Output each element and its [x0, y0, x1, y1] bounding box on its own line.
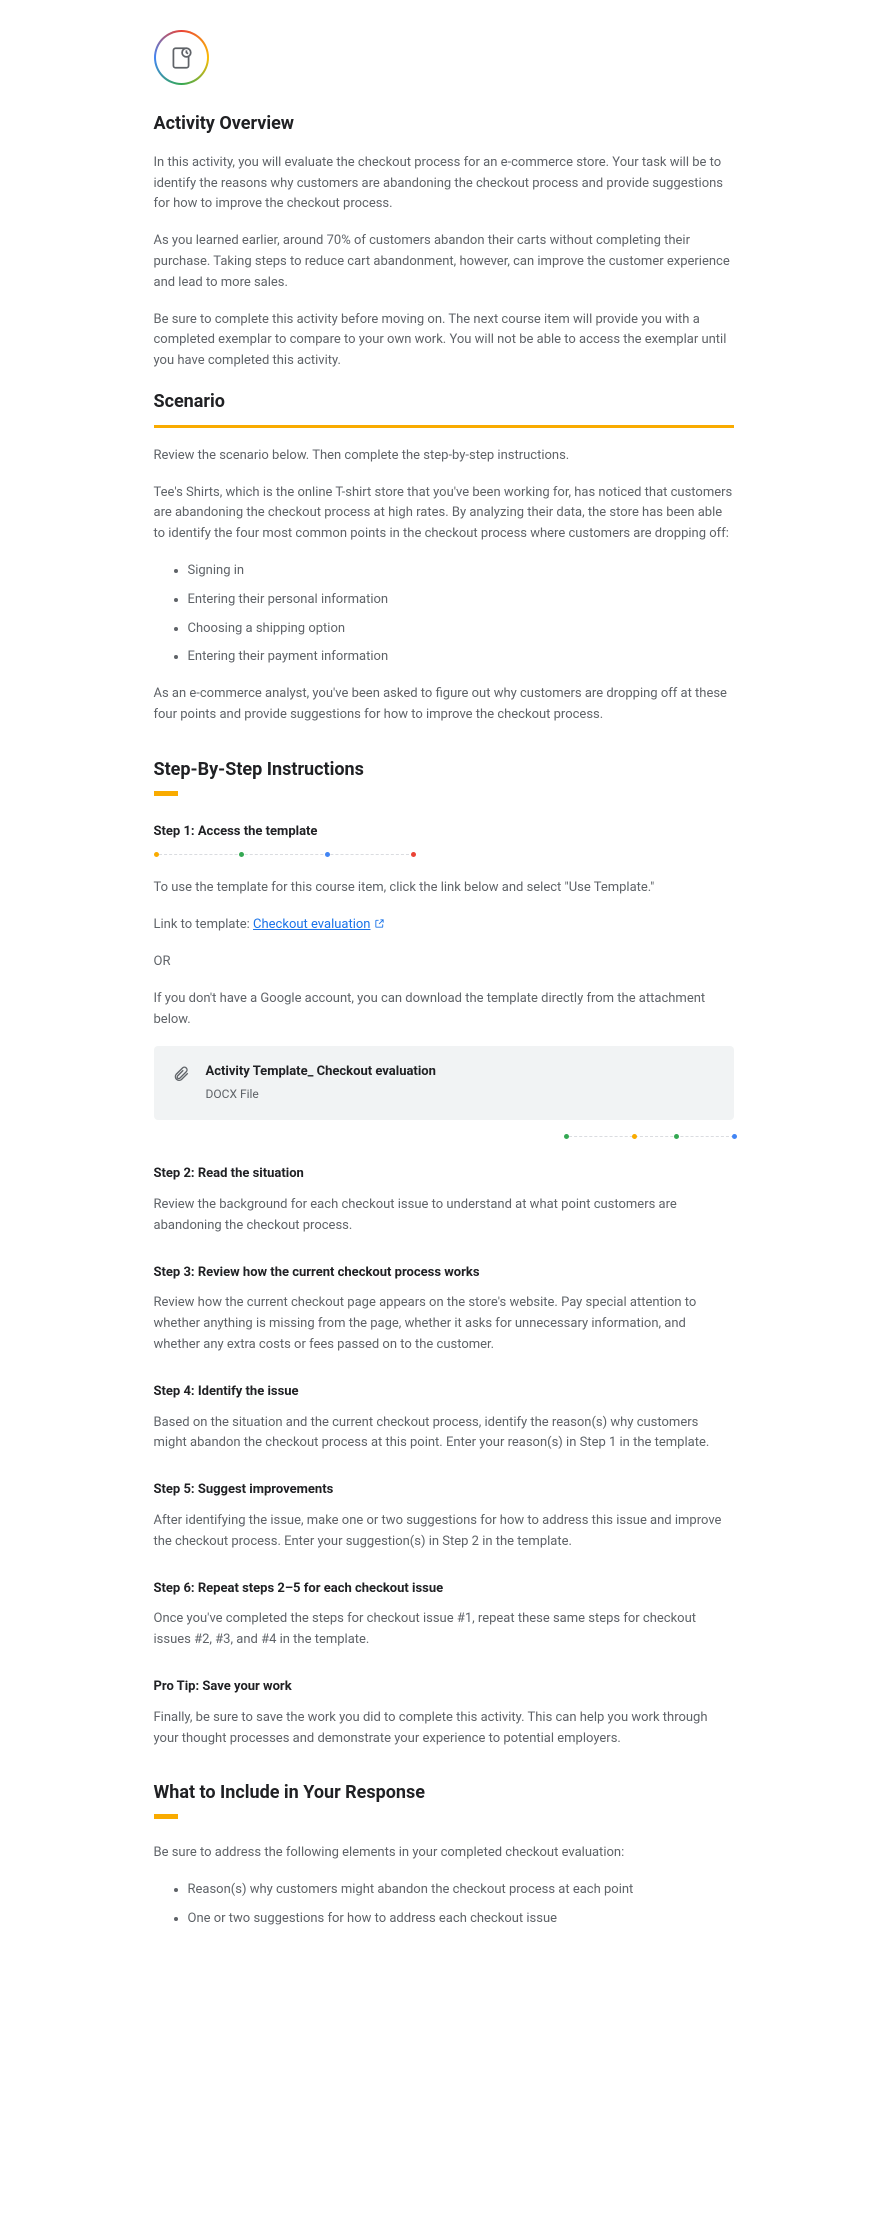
- template-link[interactable]: Checkout evaluation: [253, 917, 384, 932]
- include-list: Reason(s) why customers might abandon th…: [154, 1880, 734, 1930]
- step3-p: Review how the current checkout page app…: [154, 1293, 734, 1355]
- list-item: Reason(s) why customers might abandon th…: [188, 1880, 734, 1901]
- attachment-title: Activity Template_ Checkout evaluation: [206, 1062, 436, 1083]
- attachment-subtitle: DOCX File: [206, 1085, 436, 1104]
- list-item: Signing in: [188, 561, 734, 582]
- step4-title: Step 4: Identify the issue: [154, 1382, 734, 1403]
- scenario-p2: As an e-commerce analyst, you've been as…: [154, 684, 734, 726]
- step5-title: Step 5: Suggest improvements: [154, 1480, 734, 1501]
- step6-title: Step 6: Repeat steps 2–5 for each checko…: [154, 1579, 734, 1600]
- list-item: One or two suggestions for how to addres…: [188, 1909, 734, 1930]
- external-link-icon: [374, 918, 385, 929]
- step2-p: Review the background for each checkout …: [154, 1195, 734, 1237]
- document-time-icon: [168, 45, 194, 71]
- overview-p2: As you learned earlier, around 70% of cu…: [154, 231, 734, 293]
- list-item: Choosing a shipping option: [188, 619, 734, 640]
- step4-p: Based on the situation and the current c…: [154, 1413, 734, 1455]
- heading-accent: [154, 1814, 178, 1819]
- paperclip-icon: [172, 1065, 190, 1083]
- overview-heading: Activity Overview: [154, 110, 734, 139]
- steps-heading: Step-By-Step Instructions: [154, 756, 734, 785]
- protip-title: Pro Tip: Save your work: [154, 1677, 734, 1698]
- step1-p2: If you don't have a Google account, you …: [154, 989, 734, 1031]
- scenario-heading: Scenario: [154, 388, 734, 428]
- step6-p: Once you've completed the steps for chec…: [154, 1609, 734, 1651]
- link-prefix: Link to template:: [154, 917, 254, 932]
- attachment-card[interactable]: Activity Template_ Checkout evaluation D…: [154, 1046, 734, 1120]
- step3-title: Step 3: Review how the current checkout …: [154, 1263, 734, 1284]
- step1-title: Step 1: Access the template: [154, 822, 734, 843]
- divider-dots-right: [564, 1134, 734, 1138]
- step1-p1: To use the template for this course item…: [154, 878, 734, 899]
- scenario-points: Signing in Entering their personal infor…: [154, 561, 734, 668]
- overview-p1: In this activity, you will evaluate the …: [154, 153, 734, 215]
- step1-link-line: Link to template: Checkout evaluation: [154, 915, 734, 936]
- include-intro: Be sure to address the following element…: [154, 1843, 734, 1864]
- heading-accent: [154, 791, 178, 796]
- scenario-intro: Review the scenario below. Then complete…: [154, 446, 734, 467]
- overview-p3: Be sure to complete this activity before…: [154, 310, 734, 372]
- template-link-text: Checkout evaluation: [253, 917, 370, 932]
- step5-p: After identifying the issue, make one or…: [154, 1511, 734, 1553]
- scenario-p1: Tee's Shirts, which is the online T-shir…: [154, 483, 734, 545]
- divider-dots: [154, 852, 414, 856]
- protip-p: Finally, be sure to save the work you di…: [154, 1708, 734, 1750]
- include-heading: What to Include in Your Response: [154, 1779, 734, 1808]
- step2-title: Step 2: Read the situation: [154, 1164, 734, 1185]
- list-item: Entering their personal information: [188, 590, 734, 611]
- list-item: Entering their payment information: [188, 647, 734, 668]
- activity-logo: [154, 30, 209, 85]
- step1-or: OR: [154, 952, 734, 973]
